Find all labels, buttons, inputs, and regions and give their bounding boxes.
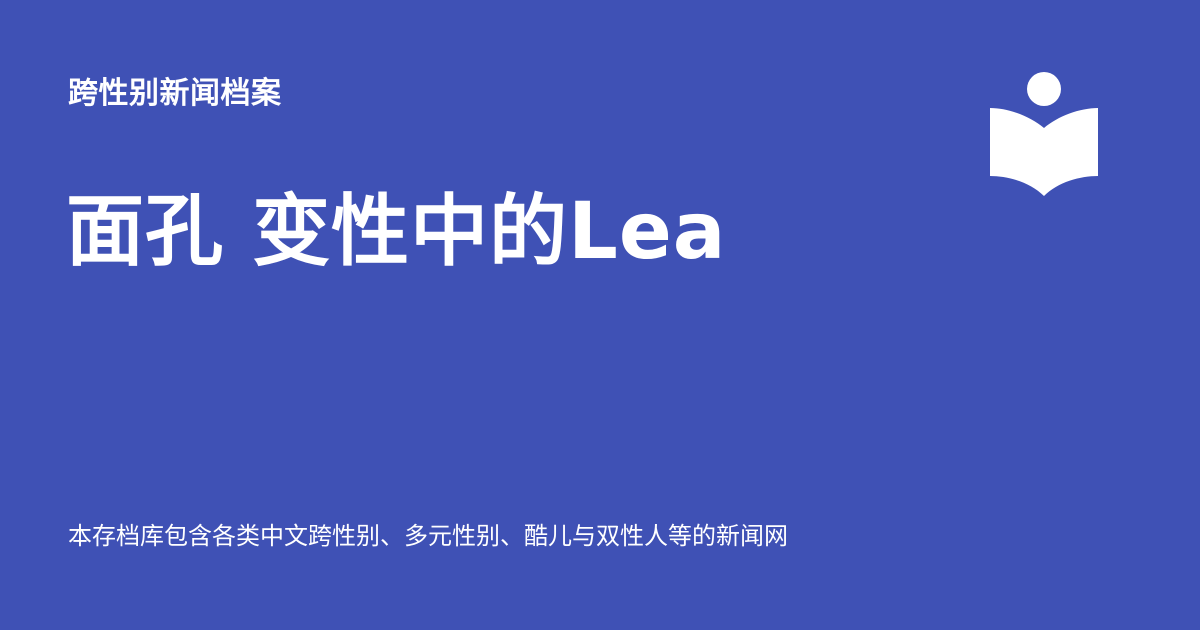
site-description: 本存档库包含各类中文跨性别、多元性别、酷儿与双性人等的新闻网 <box>68 522 788 550</box>
site-name: 跨性别新闻档案 <box>68 76 282 111</box>
open-book-reader-icon <box>990 72 1098 196</box>
social-share-card: 跨性别新闻档案 面孔 变性中的Lea 本存档库包含各类中文跨性别、多元性别、酷儿… <box>0 0 1200 630</box>
page-title: 面孔 变性中的Lea <box>66 187 727 277</box>
open-book-shape <box>990 108 1098 196</box>
reader-head-shape <box>1027 72 1061 106</box>
description-container: 本存档库包含各类中文跨性别、多元性别、酷儿与双性人等的新闻网 <box>68 518 894 554</box>
